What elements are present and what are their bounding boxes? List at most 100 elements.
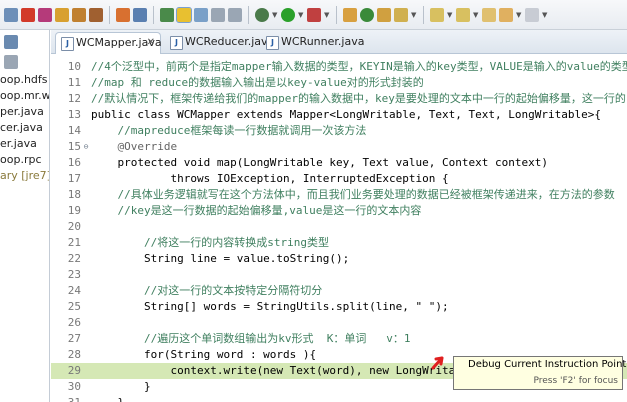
step-over-icon[interactable]: [72, 7, 86, 22]
run-icon[interactable]: [281, 7, 295, 22]
java-editor: J WCMapper.java ✕ J WCReducer.java J WCR…: [51, 30, 627, 402]
line-number: 31: [59, 395, 81, 402]
code-line[interactable]: 26: [51, 315, 627, 331]
code-text: }: [91, 380, 151, 393]
explorer-item[interactable]: er.java: [0, 136, 37, 152]
tab-wcrunner[interactable]: J WCRunner.java: [261, 32, 364, 54]
terminate-icon[interactable]: [21, 7, 35, 22]
code-line[interactable]: 20: [51, 219, 627, 235]
line-number: 24: [67, 284, 81, 297]
block-selection-icon[interactable]: [228, 7, 242, 22]
editor-tabs: J WCMapper.java ✕ J WCReducer.java J WCR…: [51, 30, 627, 54]
toggle-breadcrumb-icon[interactable]: [194, 7, 208, 22]
step-into-icon[interactable]: [55, 7, 69, 22]
code-line[interactable]: 25 String[] words = StringUtils.split(li…: [51, 299, 627, 315]
line-number: 30: [67, 380, 81, 393]
main-toolbar: ▼ ▼ ▼ ▼ ▼ ▼ ▼ ▼: [0, 0, 627, 30]
line-number: 27: [67, 332, 81, 345]
tab-wcreducer[interactable]: J WCReducer.java: [165, 32, 274, 54]
new-package-icon[interactable]: [343, 7, 357, 22]
explorer-item[interactable]: oop.mr.w: [0, 88, 49, 104]
line-number: 11: [67, 76, 81, 89]
link-editor-icon[interactable]: [4, 55, 18, 69]
tab-wcmapper[interactable]: J WCMapper.java ✕: [55, 32, 162, 54]
code-line[interactable]: 17 throws IOException, InterruptedExcept…: [51, 171, 627, 187]
search-icon[interactable]: [394, 7, 408, 22]
open-type-icon[interactable]: [377, 7, 391, 22]
line-number: 28: [67, 348, 81, 361]
code-text: String line = value.toString();: [91, 252, 350, 265]
java-file-icon: J: [266, 36, 279, 50]
code-line[interactable]: 24 //对这一行的文本按特定分隔符切分: [51, 283, 627, 299]
tab-label: WCRunner.java: [281, 35, 365, 48]
chevron-down-icon[interactable]: ▼: [473, 11, 479, 19]
drop-to-frame-icon[interactable]: [133, 7, 147, 22]
collapse-all-icon[interactable]: [4, 35, 18, 49]
line-number: 10: [67, 60, 81, 73]
next-annotation-icon[interactable]: [430, 7, 444, 22]
chevron-down-icon[interactable]: ▼: [324, 11, 330, 19]
code-line[interactable]: 14 //mapreduce框架每读一行数据就调用一次该方法: [51, 123, 627, 139]
skip-breakpoints-icon[interactable]: [4, 7, 18, 22]
show-whitespace-icon[interactable]: [211, 7, 225, 22]
code-line[interactable]: 16 protected void map(LongWritable key, …: [51, 155, 627, 171]
line-number: 17: [67, 172, 81, 185]
line-number: 20: [67, 220, 81, 233]
code-line[interactable]: 31 }: [51, 395, 627, 402]
back-icon[interactable]: [499, 7, 513, 22]
chevron-down-icon[interactable]: ▼: [411, 11, 417, 19]
line-number: 16: [67, 156, 81, 169]
last-edit-icon[interactable]: [482, 7, 496, 22]
code-line[interactable]: 15 ⊖ @Override: [51, 139, 627, 155]
code-text: String[] words = StringUtils.split(line,…: [91, 300, 449, 313]
explorer-item[interactable]: cer.java: [0, 120, 43, 136]
instruction-pointer-icon[interactable]: [176, 6, 192, 23]
code-line[interactable]: 27 //遍历这个单词数组输出为kv形式 K：单词 v：1: [51, 331, 627, 347]
code-line[interactable]: 22 String line = value.toString();: [51, 251, 627, 267]
line-number: 23: [67, 268, 81, 281]
forward-icon[interactable]: [525, 7, 539, 22]
chevron-down-icon[interactable]: ▼: [272, 11, 278, 19]
chevron-down-icon[interactable]: ▼: [447, 11, 453, 19]
explorer-item[interactable]: oop.rpc: [0, 152, 42, 168]
line-number: 18: [67, 188, 81, 201]
line-number: 29: [67, 364, 81, 377]
code-line[interactable]: 13 public class WCMapper extends Mapper<L…: [51, 107, 627, 123]
code-line[interactable]: 10 //4个泛型中，前两个是指定mapper输入数据的类型，KEYIN是输入的k…: [51, 59, 627, 75]
toolbar-separator: [248, 5, 249, 24]
code-line[interactable]: 12 //默认情况下，框架传递给我们的mapper的输入数据中，key是要处理的文…: [51, 91, 627, 107]
tooltip-hint: Press 'F2' for focus: [533, 376, 618, 386]
external-tools-icon[interactable]: [307, 7, 321, 22]
use-step-filters-icon[interactable]: [116, 7, 130, 22]
line-number: 13: [67, 108, 81, 121]
disconnect-icon[interactable]: [38, 7, 52, 22]
java-file-icon: J: [61, 37, 74, 51]
pin-icon[interactable]: [160, 7, 174, 22]
close-icon[interactable]: ✕: [147, 33, 155, 53]
code-text: //4个泛型中，前两个是指定mapper输入数据的类型，KEYIN是输入的key…: [91, 60, 627, 73]
code-line[interactable]: 23: [51, 267, 627, 283]
code-line[interactable]: 18 //具体业务逻辑就写在这个方法体中，而且我们业务要处理的数据已经被框架传递…: [51, 187, 627, 203]
chevron-down-icon[interactable]: ▼: [516, 11, 522, 19]
explorer-item[interactable]: oop.hdfs: [0, 72, 48, 88]
code-line[interactable]: 19 //key是这一行数据的起始偏移量,value是这一行的文本内容: [51, 203, 627, 219]
code-line[interactable]: 11 //map 和 reduce的数据输入输出是以key-value对的形式封装…: [51, 75, 627, 91]
code-area[interactable]: 10 //4个泛型中，前两个是指定mapper输入数据的类型，KEYIN是输入的k…: [51, 54, 627, 402]
line-number: 19: [67, 204, 81, 217]
java-file-icon: J: [170, 36, 183, 50]
explorer-item[interactable]: per.java: [0, 104, 44, 120]
chevron-down-icon[interactable]: ▼: [298, 11, 304, 19]
code-line[interactable]: 21 //将这一行的内容转换成string类型: [51, 235, 627, 251]
debug-icon[interactable]: [255, 7, 269, 22]
previous-annotation-icon[interactable]: [456, 7, 470, 22]
tooltip-title: Debug Current Instruction Pointer: [468, 359, 627, 370]
code-text: throws IOException, InterruptedException…: [91, 172, 449, 185]
toolbar-separator: [153, 5, 154, 24]
chevron-down-icon[interactable]: ▼: [542, 11, 548, 19]
fold-toggle-icon[interactable]: ⊖: [82, 139, 90, 155]
code-text: //mapreduce框架每读一行数据就调用一次该方法: [91, 124, 367, 137]
step-return-icon[interactable]: [89, 7, 103, 22]
new-class-icon[interactable]: [360, 7, 374, 22]
explorer-item[interactable]: ary [jre7]: [0, 168, 49, 184]
line-number: 14: [67, 124, 81, 137]
